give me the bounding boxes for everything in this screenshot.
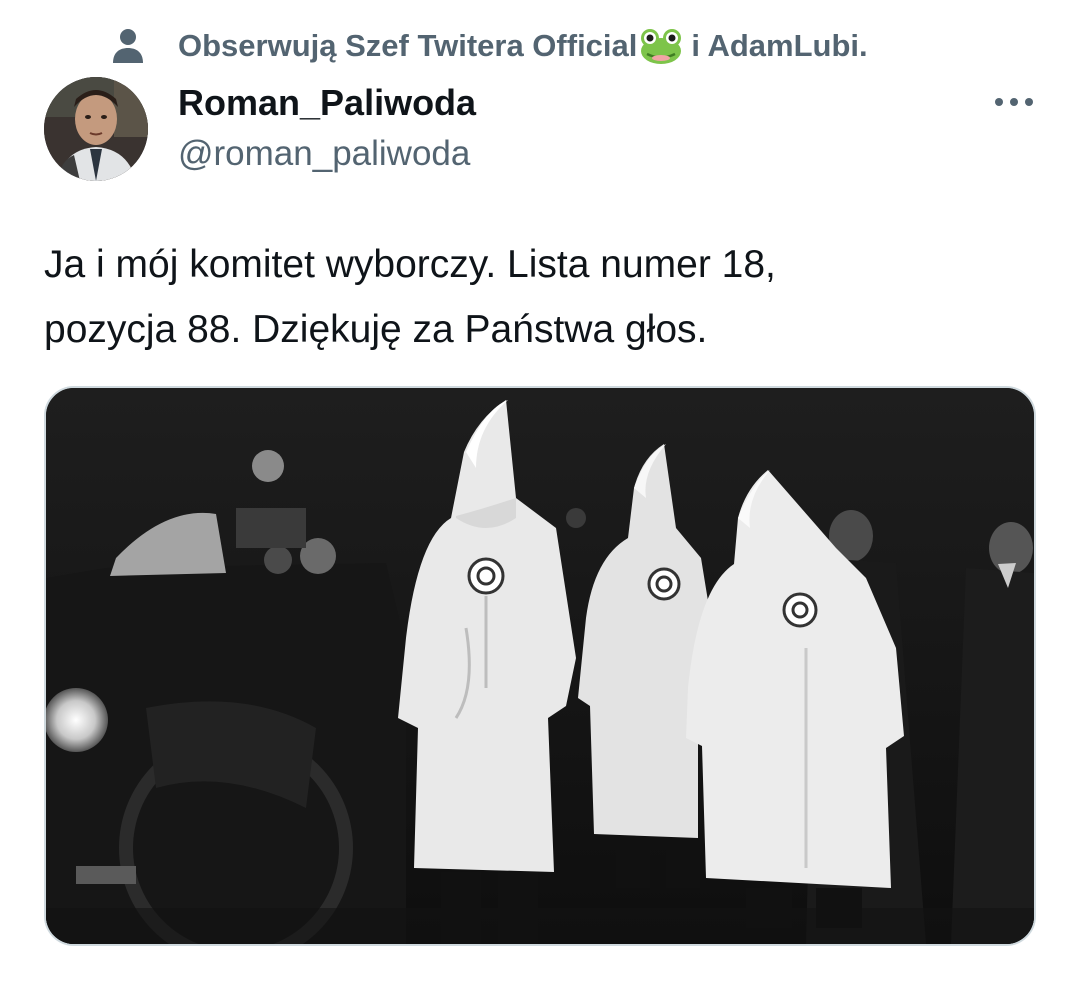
author-display-name[interactable]: Roman_Paliwoda: [178, 82, 476, 124]
author-handle[interactable]: @roman_paliwoda: [178, 134, 470, 174]
more-options-button[interactable]: [990, 86, 1038, 118]
person-icon: [108, 26, 148, 66]
avatar[interactable]: [44, 77, 148, 181]
tweet-text: Ja i mój komitet wyborczy. Lista numer 1…: [44, 232, 1034, 362]
frog-icon: [639, 27, 683, 65]
social-context[interactable]: Obserwują Szef Twitera Official i AdamLu…: [108, 24, 868, 68]
social-context-text: Obserwują Szef Twitera Official i AdamLu…: [178, 27, 868, 65]
more-horizontal-icon: [995, 98, 1033, 106]
tweet-text-line: Ja i mój komitet wyborczy. Lista numer 1…: [44, 243, 776, 286]
tweet-photo[interactable]: [44, 386, 1036, 946]
social-context-prefix: Obserwują Szef Twitera Official: [178, 28, 638, 63]
social-context-suffix: i AdamLubi.: [691, 28, 868, 63]
tweet-text-line: pozycja 88. Dziękuję za Państwa głos.: [44, 308, 708, 351]
